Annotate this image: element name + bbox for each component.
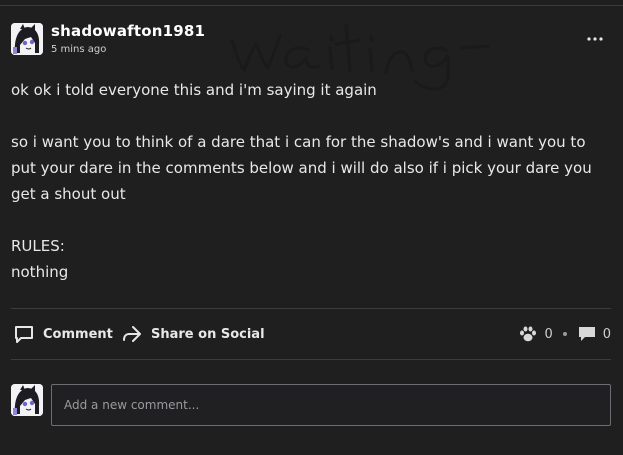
share-button-label: Share on Social <box>151 326 265 342</box>
add-comment-input[interactable] <box>51 384 611 426</box>
comment-icon <box>15 326 33 343</box>
post-body-paragraph: so i want you to think of a dare that i … <box>11 133 592 203</box>
top-divider <box>0 0 623 6</box>
author-avatar[interactable] <box>11 23 43 55</box>
likes-count: 0 <box>544 326 553 342</box>
post-body: ok ok i told everyone this and i'm sayin… <box>11 77 611 285</box>
rules-heading: RULES: <box>11 237 65 255</box>
post-body-line: ok ok i told everyone this and i'm sayin… <box>11 81 377 99</box>
comments-count: 0 <box>602 326 611 342</box>
author-name[interactable]: shadowafton1981 <box>51 22 205 40</box>
post-stats: 0 0 <box>518 322 611 346</box>
speech-bubble-icon[interactable] <box>577 325 597 343</box>
paw-like-icon[interactable] <box>518 325 538 343</box>
share-icon <box>123 326 141 342</box>
comment-button-label: Comment <box>43 326 113 342</box>
share-button[interactable]: Share on Social <box>121 322 265 346</box>
more-options-icon <box>587 37 603 41</box>
actions-top-divider <box>11 308 611 309</box>
actions-bottom-divider <box>11 359 611 360</box>
rules-value: nothing <box>11 263 69 281</box>
current-user-avatar <box>11 384 43 416</box>
stats-separator <box>562 332 567 336</box>
more-options-button[interactable] <box>584 30 606 46</box>
post-timestamp: 5 mins ago <box>51 44 107 55</box>
comment-button[interactable]: Comment <box>13 322 113 346</box>
